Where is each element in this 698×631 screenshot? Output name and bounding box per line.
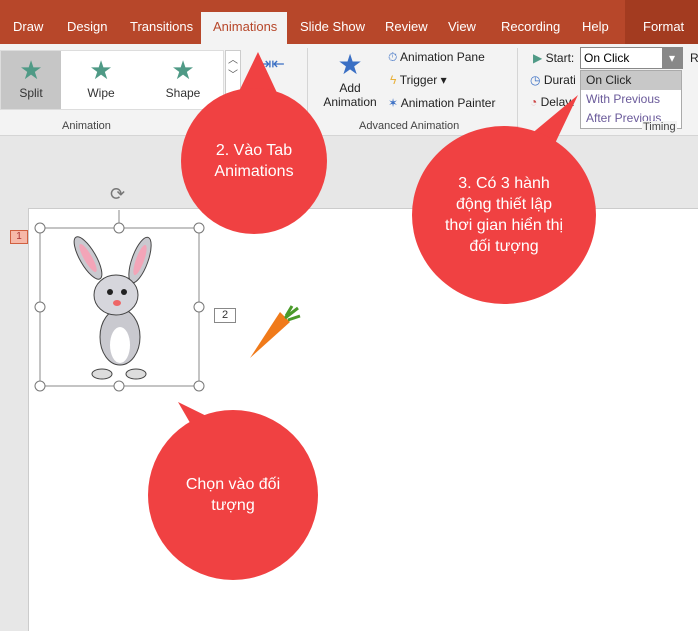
carrot-image — [250, 305, 301, 358]
slide-objects: ⟳ — [34, 52, 578, 440]
rabbit-image — [73, 236, 152, 380]
callout-timing-options: 3. Có 3 hành động thiết lập thơi gian hi… — [412, 126, 596, 304]
callout-animations-tab: 2. Vào Tab Animations — [181, 88, 327, 234]
anim-tag-2[interactable]: 2 — [214, 308, 236, 323]
callout-select-object: Chọn vào đối tượng — [148, 410, 318, 580]
rotate-handle-icon: ⟳ — [110, 184, 125, 204]
group-timing-label: Timing — [642, 121, 677, 133]
